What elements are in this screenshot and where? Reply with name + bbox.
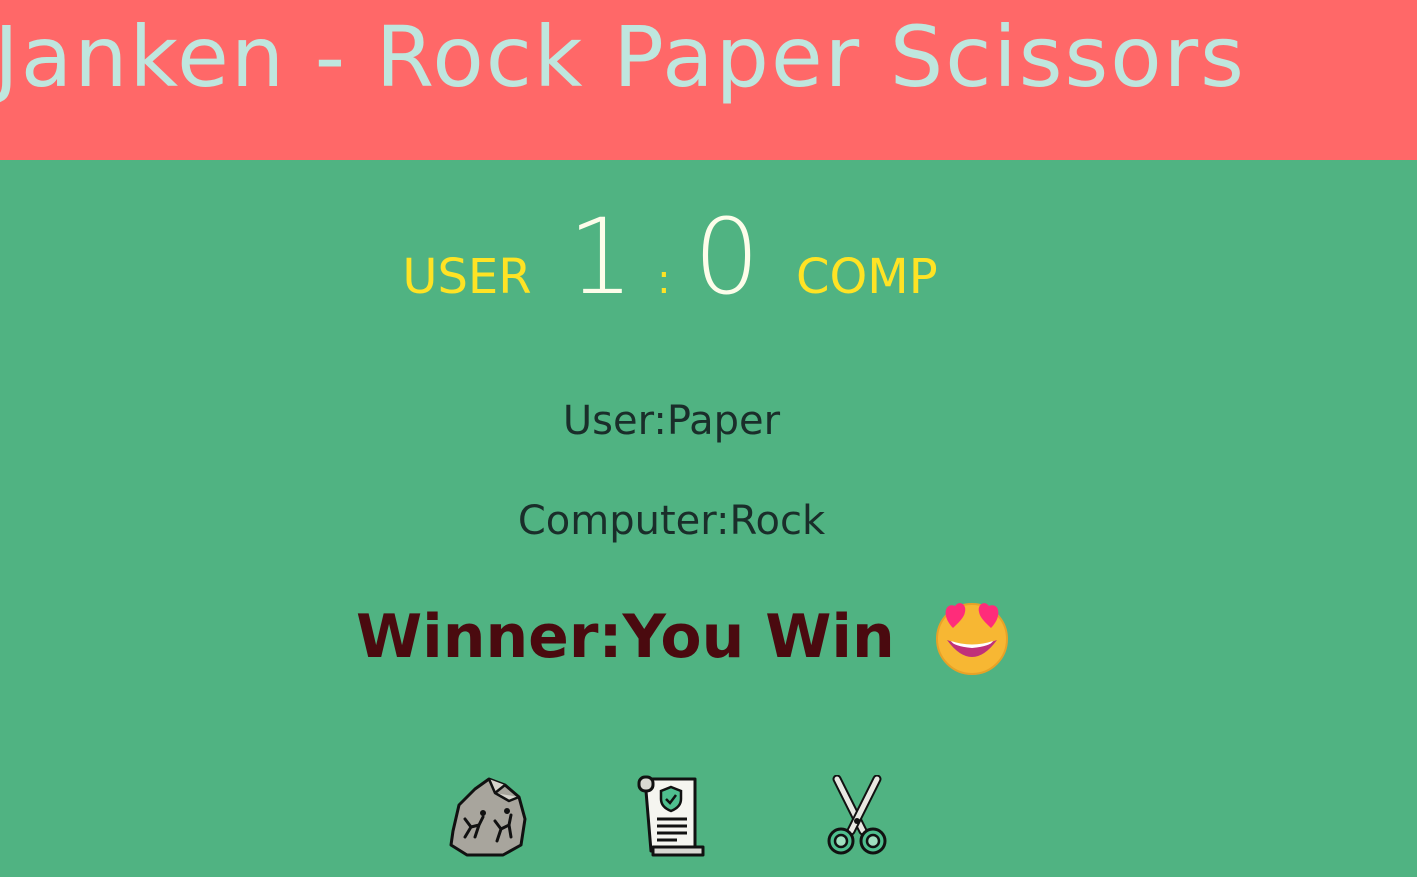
rock-icon <box>449 777 527 857</box>
page-title: Janken - Rock Paper Scissors <box>0 8 1246 106</box>
user-score-label: USER <box>402 249 532 305</box>
header-banner: Janken - Rock Paper Scissors <box>0 0 1417 160</box>
scoreboard: USER 1 : 0 COMP <box>0 196 1340 318</box>
star-struck-heart-eyes-emoji-icon <box>933 598 1011 676</box>
computer-choice-text: Computer:Rock <box>517 498 826 544</box>
scissors-button[interactable] <box>815 774 899 859</box>
scissors-icon <box>827 774 887 855</box>
rock-button[interactable] <box>445 775 529 859</box>
winner-result: Winner:You Win <box>356 598 1011 676</box>
paper-button[interactable] <box>631 775 715 859</box>
score-separator: : <box>657 257 671 303</box>
winner-text: Winner:You Win <box>356 602 895 672</box>
user-choice-text: User:Paper <box>562 398 781 444</box>
comp-score-label: COMP <box>796 249 938 305</box>
comp-score: 0 <box>693 196 760 318</box>
choice-buttons <box>0 774 1417 859</box>
scroll-paper-icon <box>637 775 705 857</box>
user-score: 1 <box>567 196 634 318</box>
